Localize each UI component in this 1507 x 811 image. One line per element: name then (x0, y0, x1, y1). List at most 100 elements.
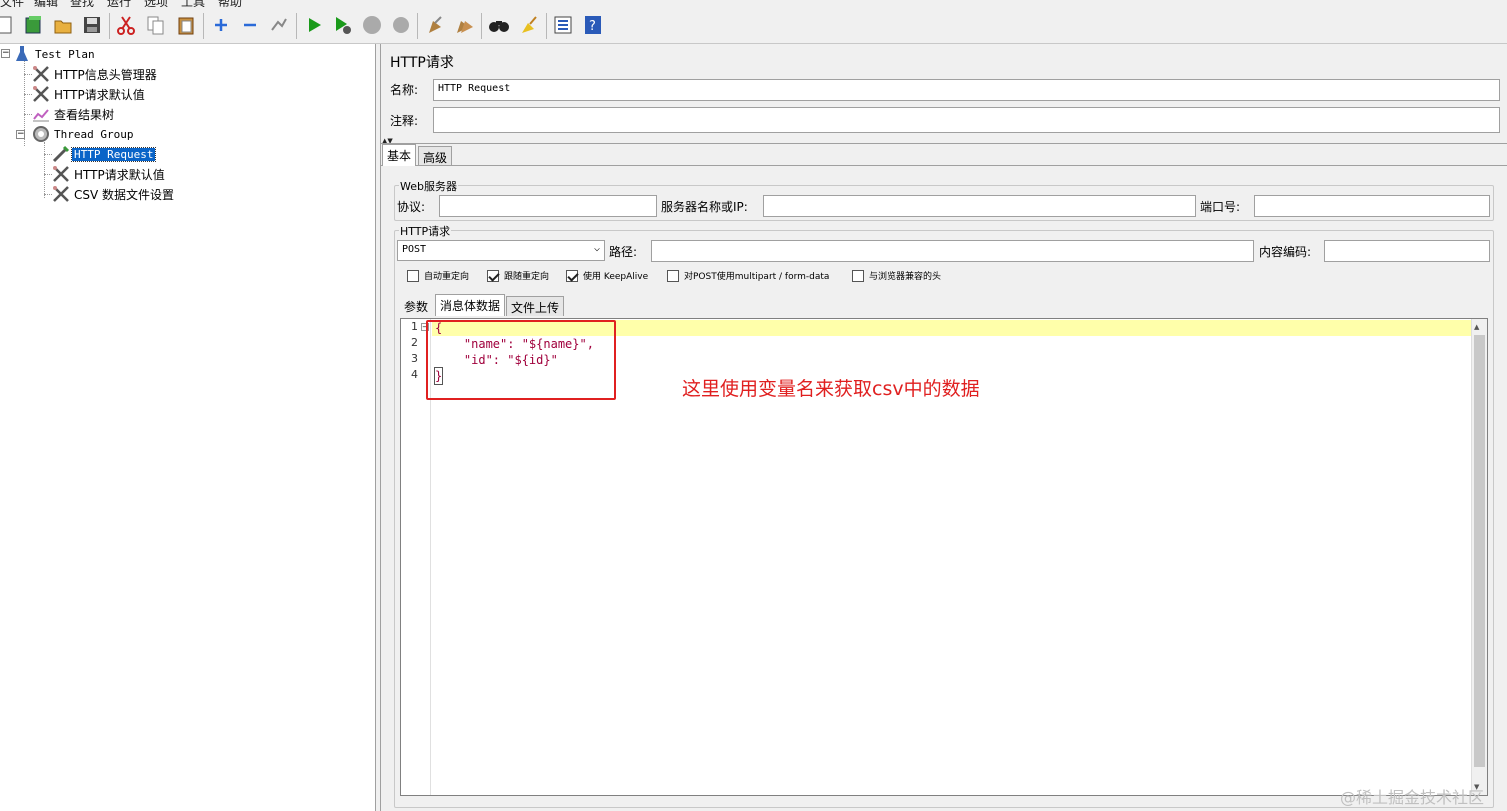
server-field[interactable] (763, 195, 1196, 217)
shutdown-icon[interactable] (390, 14, 412, 36)
name-label: 名称: (390, 83, 419, 97)
sampler-icon (52, 145, 70, 163)
tab-body-data[interactable]: 消息体数据 (435, 294, 506, 316)
menu-options[interactable]: 选项 (144, 0, 168, 7)
encoding-label: 内容编码: (1259, 245, 1312, 259)
search-icon[interactable] (488, 14, 510, 36)
name-field[interactable]: HTTP Request (433, 79, 1500, 101)
keepalive-checkbox[interactable]: 使用 KeepAlive (566, 269, 648, 282)
tab-basic[interactable]: 基本 (382, 144, 417, 166)
tab-parameters[interactable]: 参数 (400, 296, 432, 316)
test-plan-tree: − − Test Plan HTTP信息头管理器 HTTP请求默认值 查看结果树… (0, 44, 376, 811)
multipart-checkbox[interactable]: 对POST使用multipart / form-data (667, 269, 829, 282)
tree-item-request-defaults[interactable]: HTTP请求默认值 (32, 85, 147, 103)
method-select[interactable]: POST ⌵ (397, 240, 605, 261)
stop-icon[interactable] (361, 14, 383, 36)
tab-file-upload[interactable]: 文件上传 (506, 296, 565, 316)
chevron-down-icon: ⌵ (593, 243, 600, 254)
start-icon[interactable] (303, 14, 325, 36)
checkbox-label: 自动重定向 (424, 272, 470, 282)
test-plan-icon (13, 45, 31, 63)
tree-item-label: HTTP Request (70, 146, 157, 162)
menu-run[interactable]: 运行 (107, 0, 131, 7)
web-server-legend: Web服务器 (399, 178, 458, 194)
tree-item-csv-data-set[interactable]: CSV 数据文件设置 (52, 185, 176, 203)
tree-item-test-plan[interactable]: Test Plan (13, 45, 97, 63)
checkbox-box (407, 269, 419, 282)
svg-text:?: ? (589, 19, 596, 34)
checkbox-label: 使用 KeepAlive (583, 272, 649, 282)
new-icon[interactable] (0, 14, 16, 36)
tree-item-request-defaults-2[interactable]: HTTP请求默认值 (52, 165, 167, 183)
collapse-icon[interactable] (239, 14, 261, 36)
tab-advanced[interactable]: 高级 (418, 146, 453, 166)
copy-icon[interactable] (145, 14, 167, 36)
protocol-field[interactable] (439, 195, 657, 217)
line-number: 2 (411, 336, 418, 349)
tree-item-label: HTTP信息头管理器 (54, 67, 157, 82)
protocol-label: 协议: (397, 200, 426, 214)
follow-redirect-checkbox[interactable]: 跟随重定向 (487, 269, 549, 282)
path-field[interactable] (651, 240, 1254, 262)
annotation-text: 这里使用变量名来获取csv中的数据 (682, 378, 980, 400)
tree-item-label: HTTP请求默认值 (54, 87, 145, 102)
toolbar: ? (0, 7, 1507, 44)
checkbox-label: 跟随重定向 (504, 272, 550, 282)
tree-item-header-manager[interactable]: HTTP信息头管理器 (32, 65, 159, 83)
menu-help[interactable]: 帮助 (218, 0, 242, 7)
help-icon[interactable]: ? (582, 14, 604, 36)
collapse-test-plan-toggle[interactable]: − (1, 49, 10, 58)
encoding-field[interactable] (1324, 240, 1490, 262)
start-no-pause-icon[interactable] (332, 14, 354, 36)
save-icon[interactable] (81, 14, 103, 36)
tree-item-view-results-tree[interactable]: 查看结果树 (32, 105, 116, 123)
port-label: 端口号: (1200, 200, 1241, 214)
cut-icon[interactable] (115, 14, 137, 36)
tree-item-thread-group[interactable]: Thread Group (32, 125, 135, 143)
collapse-thread-group-toggle[interactable]: − (16, 130, 25, 139)
paste-icon[interactable] (175, 14, 197, 36)
clear-all-icon[interactable] (453, 14, 475, 36)
annotation-box (426, 320, 616, 400)
checkbox-box (852, 269, 864, 282)
clear-icon[interactable] (424, 14, 446, 36)
line-number: 3 (411, 352, 418, 365)
tree-item-label: Test Plan (35, 47, 95, 61)
watermark: @稀土掘金技术社区 (1340, 788, 1485, 807)
port-field[interactable] (1254, 195, 1490, 217)
reset-search-icon[interactable] (517, 14, 539, 36)
tree-item-label: CSV 数据文件设置 (74, 187, 175, 202)
line-number: 4 (411, 368, 418, 381)
menu-search[interactable]: 查找 (70, 0, 94, 7)
browser-headers-checkbox[interactable]: 与浏览器兼容的头 (852, 269, 941, 282)
menu-edit[interactable]: 编辑 (34, 0, 58, 7)
function-helper-icon[interactable] (552, 14, 574, 36)
open-icon[interactable] (52, 14, 74, 36)
method-value: POST (402, 244, 427, 255)
tree-item-label: 查看结果树 (54, 107, 115, 122)
toggle-icon[interactable] (268, 14, 290, 36)
checkbox-box (487, 269, 499, 282)
tree-item-label: Thread Group (54, 127, 134, 141)
menu-tools[interactable]: 工具 (181, 0, 205, 7)
line-number: 1 (411, 320, 418, 333)
server-label: 服务器名称或IP: (661, 200, 748, 214)
vertical-scrollbar[interactable]: ▲ ▼ (1471, 319, 1487, 795)
wrench-icon (32, 85, 50, 103)
http-request-legend: HTTP请求 (399, 223, 452, 239)
tree-item-http-request[interactable]: HTTP Request (52, 145, 157, 163)
menu-file[interactable]: 文件 (0, 0, 24, 7)
comment-field[interactable] (433, 107, 1500, 133)
wrench-icon (52, 185, 70, 203)
checkbox-box (566, 269, 578, 282)
auto-redirect-checkbox[interactable]: 自动重定向 (407, 269, 469, 282)
comment-label: 注释: (390, 114, 419, 128)
wrench-icon (52, 165, 70, 183)
thread-group-icon (32, 125, 50, 143)
expand-icon[interactable] (210, 14, 232, 36)
page-title: HTTP请求 (390, 55, 454, 71)
tree-item-label: HTTP请求默认值 (74, 167, 165, 182)
path-label: 路径: (609, 245, 638, 259)
checkbox-label: 对POST使用multipart / form-data (684, 272, 830, 282)
templates-icon[interactable] (23, 14, 45, 36)
